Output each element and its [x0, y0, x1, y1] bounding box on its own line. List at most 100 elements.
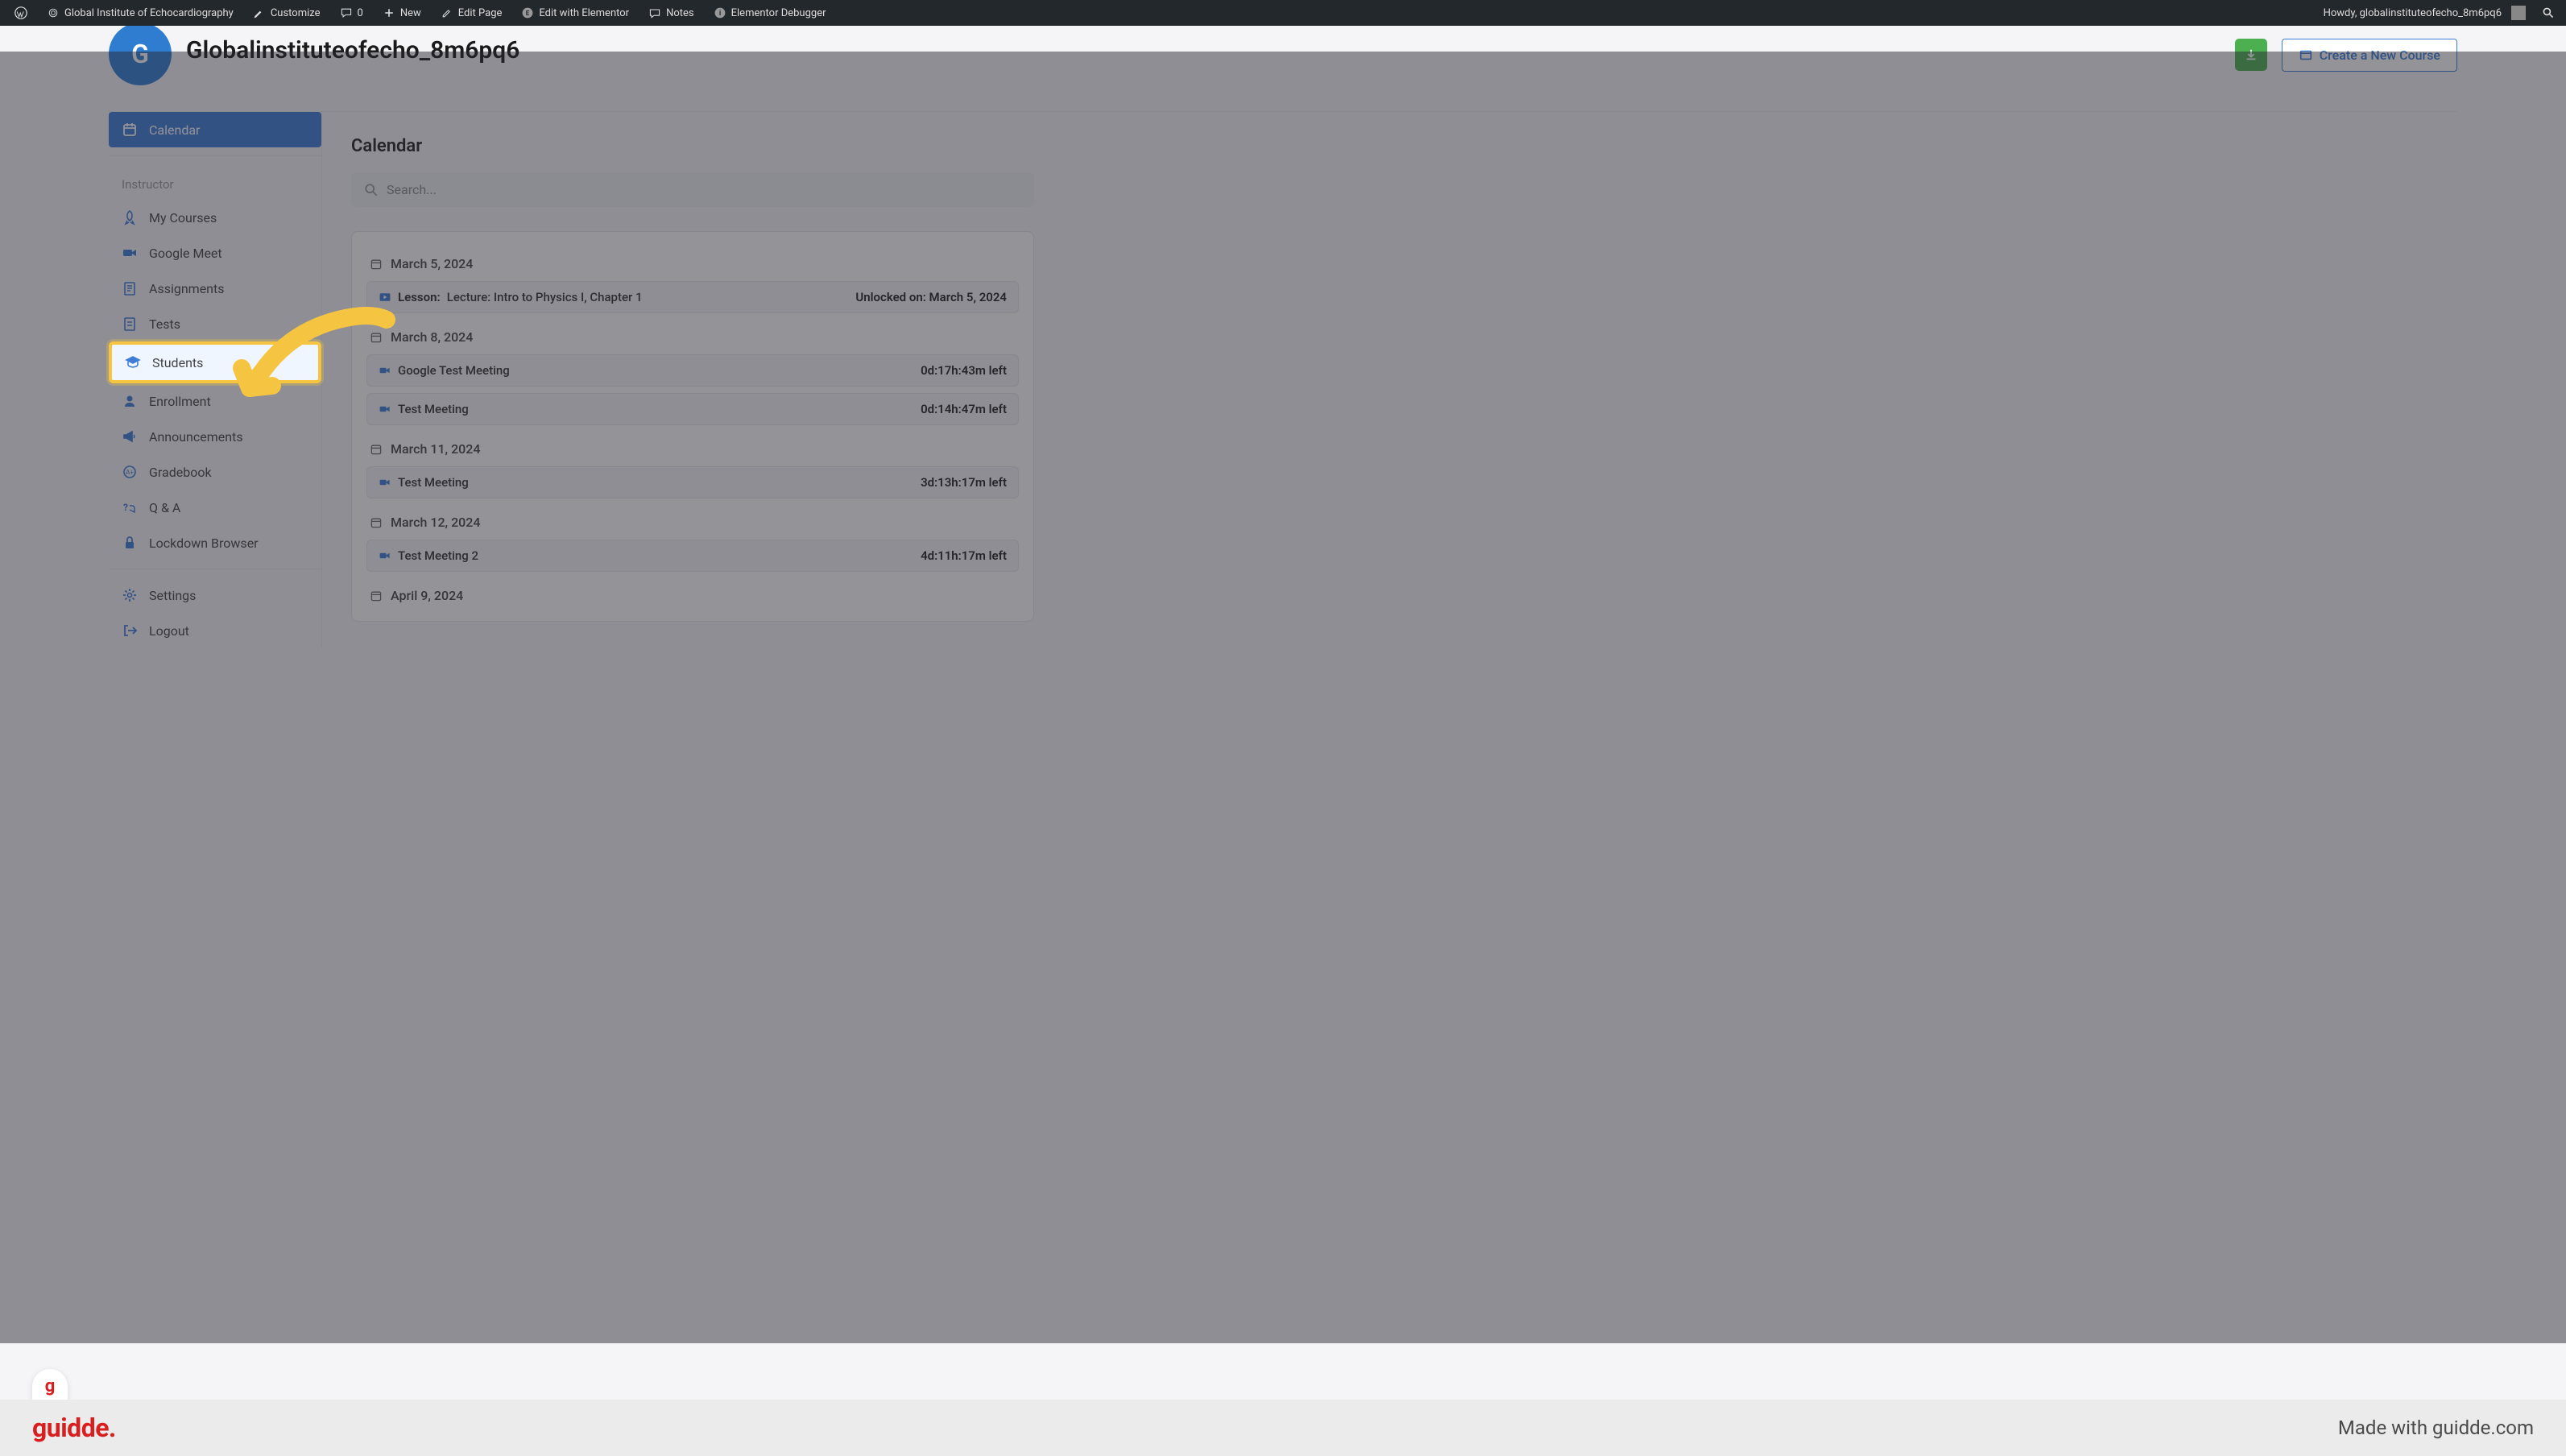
sidebar-item-label: Settings — [149, 588, 196, 603]
page-title: Globalinstituteofecho_8m6pq6 — [186, 36, 519, 64]
date-heading: March 5, 2024 — [366, 246, 1019, 281]
event-title: Test Meeting — [398, 475, 469, 490]
create-course-button[interactable]: Create a New Course — [2282, 39, 2457, 72]
search-icon — [2542, 6, 2555, 19]
edit-page-label: Edit Page — [458, 7, 503, 19]
wordpress-icon — [14, 6, 27, 19]
lock-icon — [122, 535, 138, 551]
sidebar-item-qa[interactable]: ? Q & A — [109, 490, 321, 525]
action-button-green[interactable] — [2235, 39, 2267, 71]
notes-icon — [648, 6, 661, 19]
calendar-small-icon — [370, 516, 383, 529]
edit-elementor-link[interactable]: E Edit with Elementor — [513, 0, 637, 26]
event-row[interactable]: Test Meeting 0d:14h:47m left — [366, 393, 1019, 425]
arrow-annotation — [226, 304, 411, 432]
date-heading: March 11, 2024 — [366, 432, 1019, 466]
sidebar-item-label: Tests — [149, 316, 180, 332]
search-placeholder: Search... — [387, 182, 437, 197]
main-panel: Calendar Search... March 5, 2024 Lesson:… — [322, 112, 1063, 648]
guidde-float-button[interactable]: g — [32, 1369, 68, 1400]
graduation-cap-icon — [125, 354, 141, 370]
home-icon — [47, 6, 60, 19]
notes-link[interactable]: Notes — [640, 0, 702, 26]
date-label: March 12, 2024 — [391, 515, 480, 530]
sidebar-item-label: Assignments — [149, 281, 225, 296]
video-icon — [122, 245, 138, 261]
event-row[interactable]: Test Meeting 2 4d:11h:17m left — [366, 540, 1019, 572]
sidebar-item-lockdown[interactable]: Lockdown Browser — [109, 525, 321, 560]
rocket-icon — [122, 209, 138, 225]
course-icon — [2299, 48, 2313, 62]
date-label: March 11, 2024 — [391, 441, 480, 457]
footer-tagline: Made with guidde.com — [2338, 1417, 2534, 1439]
avatar-initial: G — [131, 39, 149, 69]
bullhorn-icon — [122, 428, 138, 445]
event-meta: 4d:11h:17m left — [921, 548, 1007, 563]
sidebar-item-label: Gradebook — [149, 465, 212, 480]
svg-text:i: i — [718, 10, 720, 18]
page-header: G Globalinstituteofecho_8m6pq6 Create a … — [0, 26, 2566, 111]
sidebar-item-my-courses[interactable]: My Courses — [109, 200, 321, 235]
site-name: Global Institute of Echocardiography — [64, 7, 234, 19]
footer-bar: guidde. Made with guidde.com — [0, 1400, 2566, 1456]
sidebar-item-label: Logout — [149, 623, 189, 639]
sidebar-item-settings[interactable]: Settings — [109, 577, 321, 613]
sidebar-section-instructor: Instructor — [109, 164, 321, 200]
edit-elementor-label: Edit with Elementor — [539, 7, 629, 19]
elementor-icon: E — [521, 6, 534, 19]
site-name-link[interactable]: Global Institute of Echocardiography — [39, 0, 242, 26]
main-title: Calendar — [351, 136, 1034, 156]
grade-icon: A+ — [122, 464, 138, 480]
elementor-debugger-link[interactable]: i Elementor Debugger — [706, 0, 834, 26]
sidebar-item-label: Students — [152, 355, 203, 370]
calendar-small-icon — [370, 443, 383, 456]
search-toggle[interactable] — [2537, 0, 2560, 26]
event-row[interactable]: Google Test Meeting 0d:17h:43m left — [366, 354, 1019, 387]
calendar-icon — [122, 122, 138, 138]
event-meta: Unlocked on: March 5, 2024 — [855, 290, 1007, 304]
event-row[interactable]: Lesson: Lecture: Intro to Physics I, Cha… — [366, 281, 1019, 313]
video-small-icon — [379, 476, 391, 489]
sidebar-item-label: Q & A — [149, 500, 180, 515]
date-heading: March 12, 2024 — [366, 505, 1019, 540]
sidebar-item-logout[interactable]: Logout — [109, 613, 321, 648]
edit-page-link[interactable]: Edit Page — [432, 0, 511, 26]
event-meta: 0d:14h:47m left — [921, 402, 1007, 416]
info-icon: i — [714, 6, 726, 19]
date-heading: March 8, 2024 — [366, 320, 1019, 354]
howdy-user[interactable]: Howdy, globalinstituteofecho_8m6pq6 — [2316, 0, 2534, 26]
comments-count: 0 — [358, 7, 363, 19]
date-label: April 9, 2024 — [391, 588, 463, 603]
calendar-card: March 5, 2024 Lesson: Lecture: Intro to … — [351, 231, 1034, 622]
sidebar-item-label: Calendar — [149, 122, 200, 138]
guidde-g-icon: g — [45, 1376, 56, 1396]
sidebar-item-label: Lockdown Browser — [149, 536, 259, 551]
search-icon — [364, 183, 379, 197]
admin-bar: Global Institute of Echocardiography Cus… — [0, 0, 2566, 26]
calendar-small-icon — [370, 258, 383, 271]
gear-icon — [122, 587, 138, 603]
event-prefix: Lesson: — [398, 290, 441, 304]
create-course-label: Create a New Course — [2320, 48, 2440, 63]
debugger-label: Elementor Debugger — [731, 7, 826, 19]
sidebar-item-label: Google Meet — [149, 246, 222, 261]
howdy-label: Howdy, globalinstituteofecho_8m6pq6 — [2324, 7, 2502, 19]
event-row[interactable]: Test Meeting 3d:13h:17m left — [366, 466, 1019, 498]
date-label: March 5, 2024 — [391, 256, 473, 271]
notes-label: Notes — [666, 7, 694, 19]
sidebar-item-google-meet[interactable]: Google Meet — [109, 235, 321, 271]
new-link[interactable]: New — [375, 0, 429, 26]
sidebar-item-gradebook[interactable]: A+ Gradebook — [109, 454, 321, 490]
event-title: Google Test Meeting — [398, 363, 510, 378]
sidebar-item-calendar[interactable]: Calendar — [109, 112, 321, 147]
calendar-small-icon — [370, 589, 383, 602]
sidebar-item-label: Enrollment — [149, 394, 211, 409]
wp-logo[interactable] — [6, 0, 35, 26]
customize-link[interactable]: Customize — [245, 0, 329, 26]
search-input[interactable]: Search... — [351, 172, 1034, 207]
event-meta: 3d:13h:17m left — [921, 475, 1007, 490]
pencil-icon — [441, 6, 453, 19]
comments-link[interactable]: 0 — [332, 0, 371, 26]
sidebar-item-assignments[interactable]: Assignments — [109, 271, 321, 306]
event-title: Test Meeting 2 — [398, 548, 478, 563]
